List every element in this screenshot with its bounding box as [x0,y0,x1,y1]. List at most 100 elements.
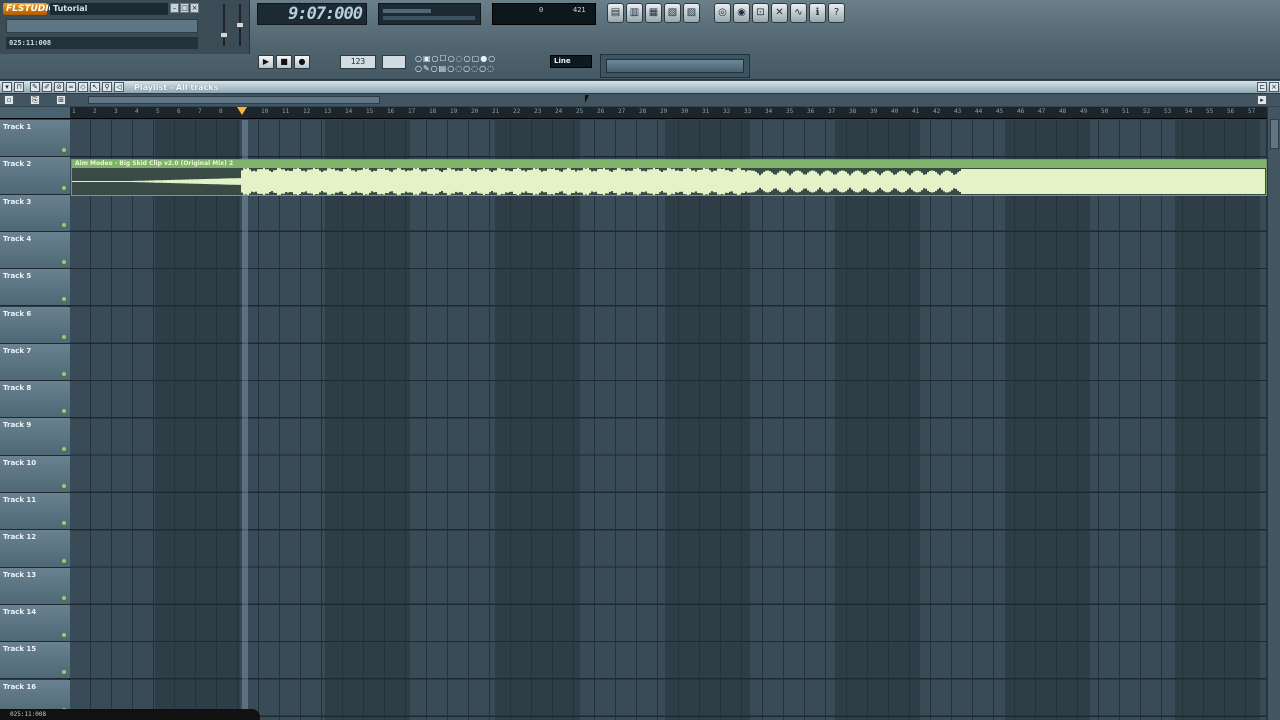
track-active-led-icon[interactable] [62,633,66,638]
draw-tool-icon[interactable]: ✎ [30,82,40,92]
track-name: Track 11 [3,496,37,504]
maximize-icon[interactable]: □ [180,3,189,13]
track-header[interactable]: Track 10 [0,455,70,493]
close-icon[interactable]: × [190,3,199,13]
track-header[interactable]: Track 1 [0,120,70,158]
wave-icon[interactable]: ∿ [790,3,807,23]
track-active-led-icon[interactable] [62,372,66,377]
track-name: Track 5 [3,272,32,281]
select-tool-icon[interactable]: ↖ [90,82,100,92]
track-header[interactable]: Track 7 [0,343,70,382]
close-playlist-icon[interactable]: × [1269,82,1279,92]
ruler-tick-label: 17 [408,108,416,115]
scroll-right-icon[interactable]: ▸ [1257,95,1267,105]
snap-selector[interactable]: Line [550,55,592,68]
timeline-ruler[interactable]: 1 2 3 4 5 6 7 8 9 10 11 12 13 14 15 16 17 18 19 20 21 22 23 24 2… [70,107,1267,119]
track-header[interactable]: Track 8 [0,381,70,419]
track-active-led-icon[interactable] [62,595,66,600]
audio-clip-icon[interactable]: ⊞ [56,95,66,105]
slice-tool-icon[interactable]: ◇ [78,82,88,92]
playlist-icon[interactable]: ▤ [607,3,624,23]
scroll-thumb[interactable] [88,96,380,104]
restore-icon[interactable]: ⊏ [1257,82,1267,92]
playlist-grid[interactable] [70,120,1267,720]
mute-tool-icon[interactable]: ∞ [66,82,76,92]
pattern-icon[interactable]: ▫ [4,95,14,105]
ruler-tick-label: 25 [576,108,584,115]
channel-icon[interactable]: ◉ [733,3,750,23]
track-header[interactable]: Track 6 [0,306,70,344]
mouse-cursor-icon [585,95,589,103]
menu-arrow-icon[interactable]: ▾ [2,82,12,92]
track-name: Track 15 [3,645,37,654]
waveform-path [72,168,1265,195]
preset-field[interactable] [606,59,744,73]
tempo-box[interactable] [382,55,406,69]
song-position-marker-icon[interactable] [237,107,247,115]
master-volume-slider[interactable] [220,4,228,46]
track-header[interactable]: Track 4 [0,231,70,270]
track-header[interactable]: Track 3 [0,194,70,232]
track-header[interactable]: Track 2 [0,157,70,195]
ruler-tick-label: 48 [1059,108,1067,115]
ruler-tick-label: 33 [744,108,752,115]
plugin-icon[interactable]: ◎ [714,3,731,23]
track-header[interactable]: Track 11 [0,493,70,531]
track-active-led-icon[interactable] [62,409,66,414]
master-pitch-slider[interactable] [236,4,244,46]
ruler-tick-label: 16 [387,108,395,115]
tool-shortcuts: ◎ ◉ ⊡ ✕ ∿ ℹ ? [714,3,845,25]
snap-icon[interactable]: ⊓ [14,82,24,92]
lock-icon[interactable]: ⊡ [752,3,769,23]
track-header[interactable]: Track 14 [0,604,70,643]
paint-tool-icon[interactable]: ✐ [42,82,52,92]
pattern-selector[interactable]: 123 [340,55,376,69]
track-active-led-icon[interactable] [62,185,66,190]
track-active-led-icon[interactable] [62,483,66,488]
tools-icon[interactable]: ✕ [771,3,788,23]
minimize-icon[interactable]: – [170,3,179,13]
track-active-led-icon[interactable] [62,521,66,526]
clip-icon[interactable]: ⎘ [30,95,40,105]
hint-bar [6,19,198,33]
horizontal-scrollbar[interactable]: ▫ ⎘ ⊞ ▸ [0,94,1280,106]
recording-tools[interactable]: ○▣○☐○◌○▢●○ ○✎○▤○◌○◌○◌ [415,54,545,76]
ruler-tick-label: 32 [723,108,731,115]
track-header[interactable]: Track 13 [0,567,70,605]
record-button[interactable]: ● [294,55,310,69]
info-icon[interactable]: ℹ [809,3,826,23]
track-header[interactable]: Track 12 [0,530,70,568]
ruler-tick-label: 13 [324,108,332,115]
track-active-led-icon[interactable] [62,334,66,339]
track-header[interactable]: Track 9 [0,418,70,456]
track-active-led-icon[interactable] [62,297,66,302]
piano-roll-icon[interactable]: ▦ [645,3,662,23]
track-active-led-icon[interactable] [62,670,66,675]
help-icon[interactable]: ? [828,3,845,23]
track-header[interactable]: Track 5 [0,269,70,307]
ruler-tick-label: 44 [975,108,983,115]
delete-tool-icon[interactable]: ⊘ [54,82,64,92]
track-active-led-icon[interactable] [62,446,66,451]
track-active-led-icon[interactable] [62,148,66,153]
step-sequencer-icon[interactable]: ▥ [626,3,643,23]
track-active-led-icon[interactable] [62,558,66,563]
track-name: Track 3 [3,197,32,206]
vscroll-thumb[interactable] [1270,119,1279,149]
audio-clip[interactable]: Aim Modeo - Big Skid Clip v2.0 (Original… [71,159,1267,196]
track-list: Track 1 Track 2 Track 3 Track 4 Track 5 Track… [0,120,70,720]
play-button[interactable]: ▶ [258,55,274,69]
cpu-meter [378,3,481,25]
song-time-display[interactable]: 9:07:000 [257,3,367,25]
track-active-led-icon[interactable] [62,260,66,265]
playback-tool-icon[interactable]: ◁ [114,82,124,92]
stop-button[interactable]: ■ [276,55,292,69]
track-header[interactable]: Track 15 [0,642,70,680]
ruler-tick-label: 53 [1164,108,1172,115]
mixer-icon[interactable]: ▨ [683,3,700,23]
browser-icon[interactable]: ▧ [664,3,681,23]
zoom-tool-icon[interactable]: ⚲ [102,82,112,92]
vertical-scrollbar[interactable] [1267,107,1280,720]
track-active-led-icon[interactable] [62,222,66,227]
window-shortcuts: ▤ ▥ ▦ ▧ ▨ [607,3,700,25]
